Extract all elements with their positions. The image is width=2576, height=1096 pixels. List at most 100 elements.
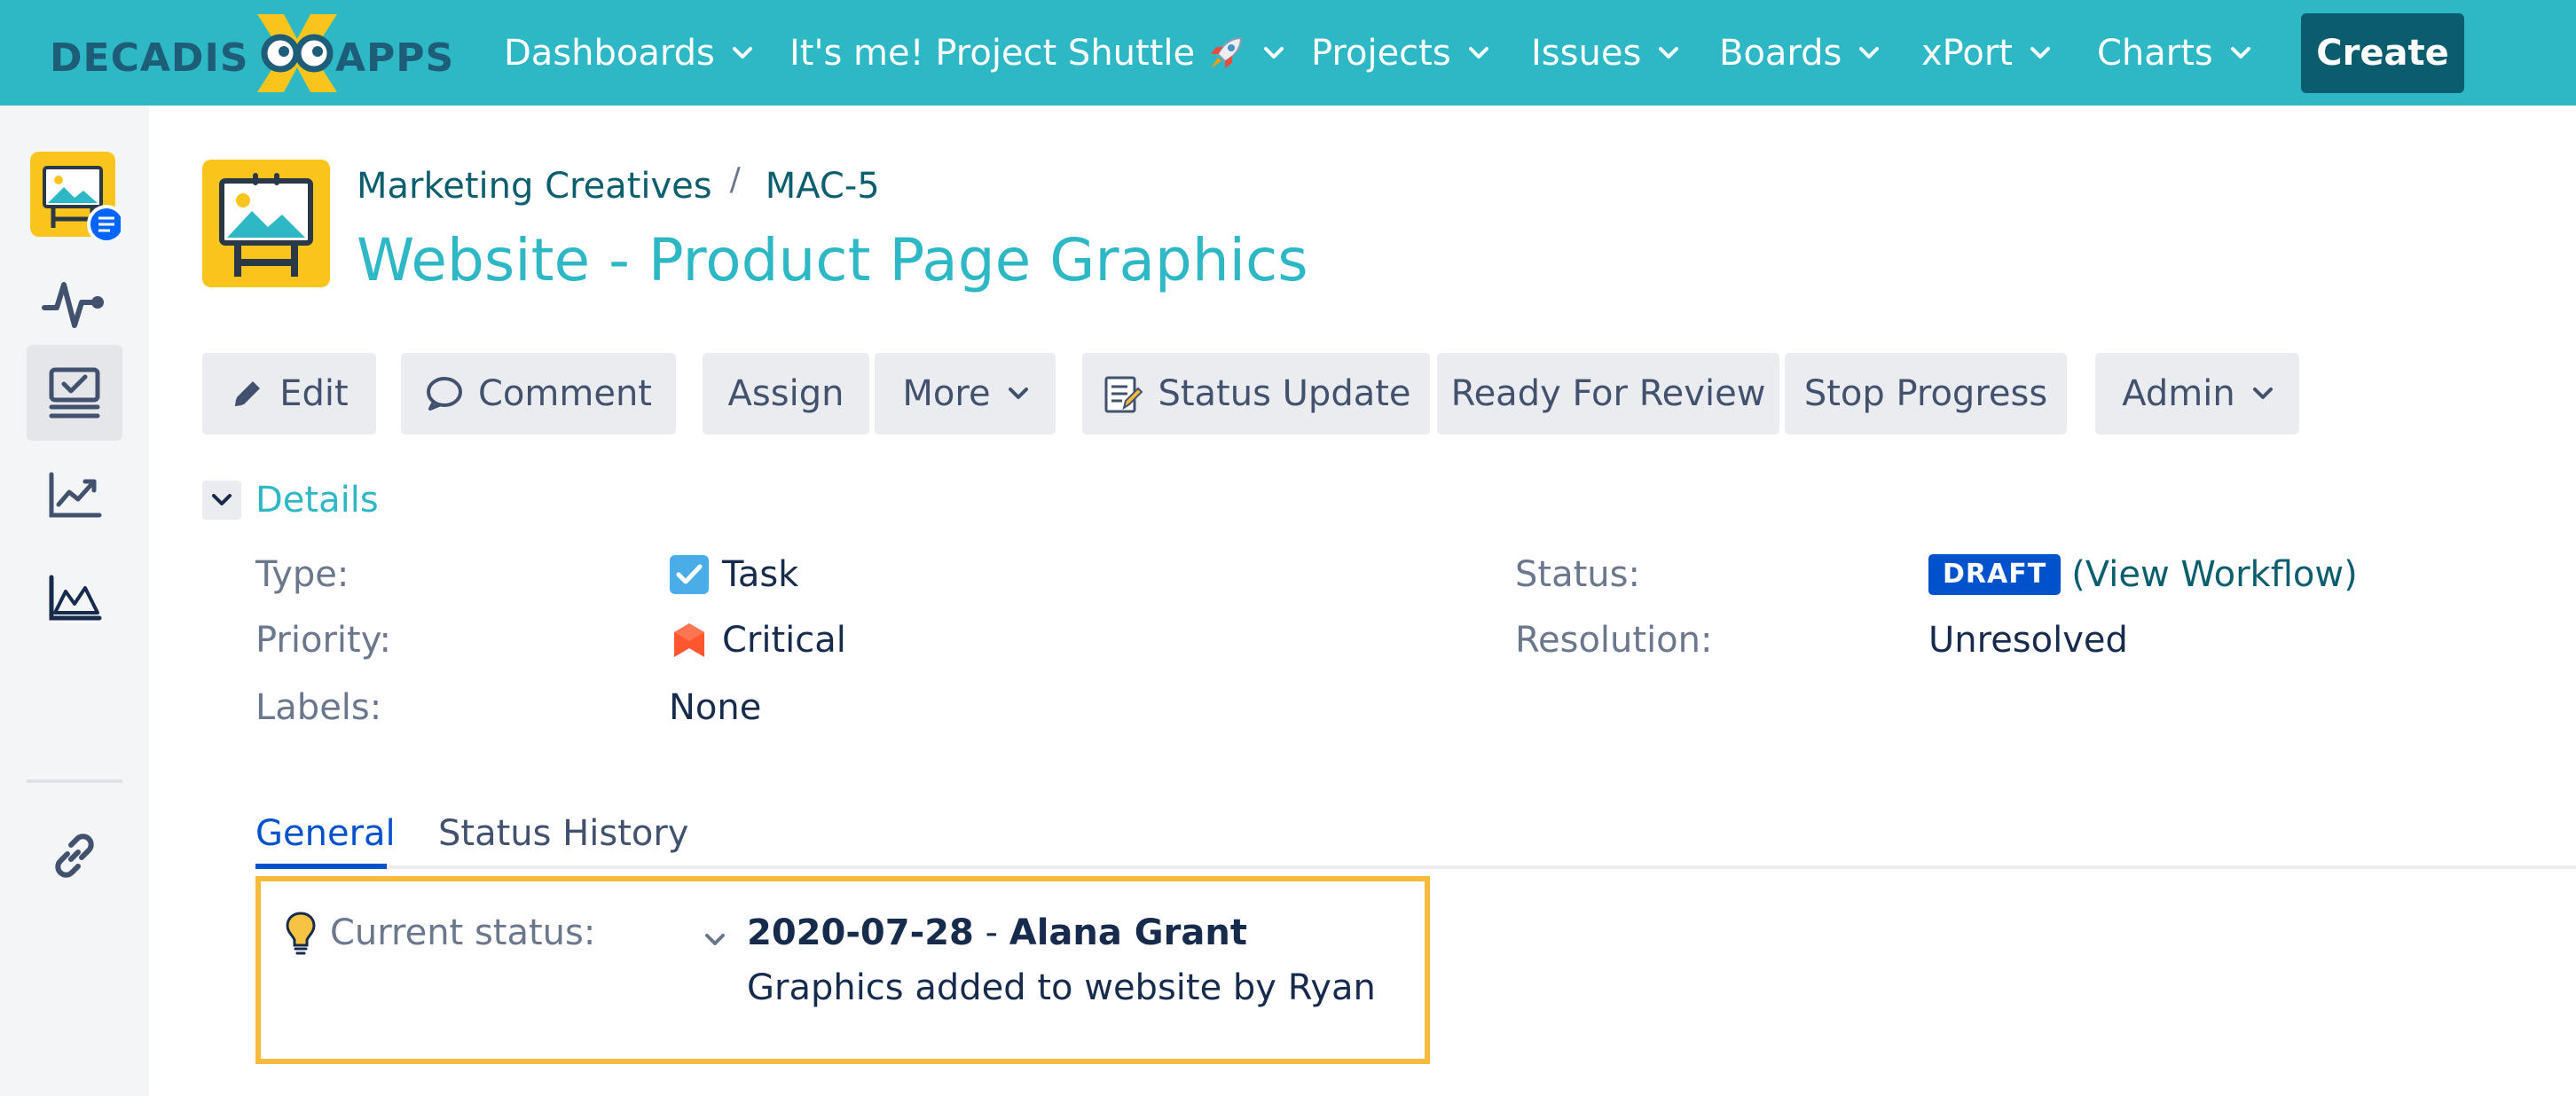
lightbulb-icon	[286, 912, 316, 955]
trend-chart-icon	[49, 472, 102, 518]
project-avatar-icon[interactable]	[202, 160, 330, 287]
sidebar-item-activity[interactable]	[27, 256, 122, 352]
status-entry-date: 2020-07-28	[747, 912, 974, 953]
status-entry-separator: -	[985, 912, 999, 953]
chevron-down-icon	[2030, 47, 2050, 59]
type-value: Task	[669, 552, 798, 598]
sidebar-item-links[interactable]	[27, 808, 122, 904]
status-badge: DRAFT	[1928, 554, 2062, 595]
status-entry-header: 2020-07-28 - Alana Grant	[747, 910, 1247, 956]
details-collapse-toggle[interactable]	[202, 481, 241, 520]
resolution-value: Unresolved	[1928, 620, 2128, 661]
type-label: Type:	[255, 554, 349, 595]
edit-label: Edit	[279, 373, 349, 414]
critical-priority-icon	[674, 623, 704, 657]
status-entry-author: Alana Grant	[1009, 912, 1247, 953]
top-navigation-bar: DECADIS APPS Dashboards It's me! Project…	[0, 0, 2576, 106]
nav-issues-label: Issues	[1531, 33, 1642, 74]
nav-charts-label: Charts	[2097, 33, 2213, 74]
sidebar-item-project[interactable]	[27, 146, 122, 242]
tab-status-history[interactable]: Status History	[438, 807, 688, 860]
nav-issues[interactable]: Issues	[1531, 28, 1679, 78]
assign-button[interactable]: Assign	[703, 353, 869, 434]
project-avatar-icon	[30, 152, 121, 240]
sidebar-divider	[27, 779, 122, 783]
area-chart-icon	[49, 575, 102, 621]
chevron-down-icon[interactable]	[704, 933, 726, 947]
priority-value-text: Critical	[722, 620, 846, 661]
logo-mark-icon	[257, 14, 337, 92]
priority-value: Critical	[669, 617, 846, 663]
chevron-down-icon	[1468, 47, 1488, 59]
chevron-down-icon	[1659, 47, 1679, 59]
status-entry-note: Graphics added to website by Ryan	[747, 967, 1376, 1008]
nav-projects[interactable]: Projects	[1311, 28, 1488, 78]
chevron-down-icon	[1008, 388, 1028, 399]
link-icon	[55, 834, 94, 878]
nav-project-shuttle-label: It's me! Project Shuttle	[789, 33, 1196, 74]
view-workflow-link[interactable]: (View Workflow)	[2071, 552, 2358, 598]
tab-general[interactable]: General	[255, 807, 396, 860]
type-value-text: Task	[722, 554, 799, 595]
activity-icon	[42, 282, 104, 328]
more-button[interactable]: More	[875, 353, 1056, 434]
decadis-apps-logo[interactable]: DECADIS APPS	[50, 12, 458, 94]
status-update-label: Status Update	[1158, 373, 1411, 414]
nav-boards-label: Boards	[1719, 33, 1842, 74]
create-button[interactable]: Create	[2301, 13, 2464, 93]
active-tab-indicator	[255, 864, 387, 869]
nav-projects-label: Projects	[1311, 33, 1451, 74]
pencil-icon	[235, 381, 261, 406]
breadcrumb-issue-key-link[interactable]: MAC-5	[766, 166, 880, 207]
more-label: More	[902, 373, 991, 414]
sidebar-item-charts[interactable]	[27, 551, 122, 646]
details-heading[interactable]: Details	[255, 477, 379, 523]
comment-button[interactable]: Comment	[401, 353, 676, 434]
tabs-divider	[255, 865, 2576, 869]
chevron-down-icon	[2252, 388, 2273, 399]
nav-xport[interactable]: xPort	[1921, 28, 2050, 78]
admin-label: Admin	[2122, 373, 2235, 414]
assign-label: Assign	[727, 373, 844, 414]
breadcrumb-separator: /	[729, 160, 741, 198]
status-label: Status:	[1515, 554, 1640, 595]
issues-board-icon	[49, 367, 100, 419]
admin-button[interactable]: Admin	[2095, 353, 2299, 434]
chevron-down-icon	[1859, 47, 1880, 59]
comment-icon	[427, 377, 462, 411]
stop-progress-button[interactable]: Stop Progress	[1785, 353, 2067, 434]
sidebar-item-issues[interactable]	[27, 345, 122, 441]
chevron-down-icon	[1264, 47, 1284, 59]
logo-text-left: DECADIS	[50, 35, 249, 81]
nav-dashboards-label: Dashboards	[504, 33, 715, 74]
stop-progress-label: Stop Progress	[1803, 373, 2048, 414]
comment-label: Comment	[478, 373, 652, 414]
nav-boards[interactable]: Boards	[1719, 28, 1880, 78]
nav-dashboards[interactable]: Dashboards	[504, 28, 752, 78]
labels-value: None	[669, 687, 762, 728]
logo-text-right: APPS	[335, 35, 455, 81]
task-checkbox-icon	[670, 555, 709, 594]
chevron-down-icon	[2230, 47, 2250, 59]
edit-button[interactable]: Edit	[202, 353, 376, 434]
breadcrumb-project-link[interactable]: Marketing Creatives	[357, 166, 712, 207]
ready-for-review-button[interactable]: Ready For Review	[1437, 353, 1779, 434]
nav-xport-label: xPort	[1921, 33, 2013, 74]
nav-charts[interactable]: Charts	[2097, 28, 2250, 78]
status-value: DRAFT (View Workflow)	[1928, 552, 2358, 598]
sidebar-item-reports[interactable]	[27, 448, 122, 544]
nav-project-shuttle[interactable]: It's me! Project Shuttle	[789, 28, 1284, 78]
ready-for-review-label: Ready For Review	[1450, 373, 1766, 414]
labels-label: Labels:	[255, 687, 382, 728]
breadcrumb: Marketing Creatives / MAC-5	[357, 161, 880, 211]
current-status-label: Current status:	[330, 912, 596, 953]
rocket-icon	[1211, 36, 1243, 68]
status-update-button[interactable]: Status Update	[1082, 353, 1430, 434]
resolution-label: Resolution:	[1515, 620, 1713, 661]
issue-title[interactable]: Website - Product Page Graphics	[357, 223, 1308, 298]
chevron-down-icon	[732, 47, 752, 59]
memo-icon	[1104, 376, 1143, 413]
chevron-down-icon	[212, 494, 232, 505]
priority-label: Priority:	[255, 620, 391, 661]
project-sidebar	[0, 106, 149, 1096]
